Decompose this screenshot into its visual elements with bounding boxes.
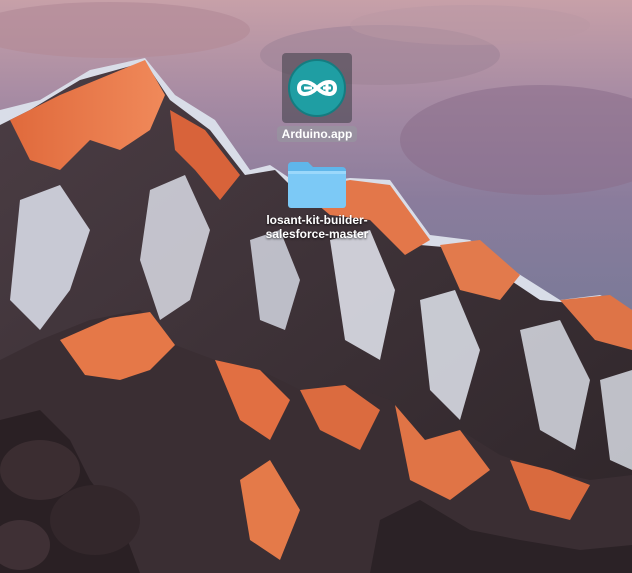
- arduino-app-label: Arduino.app: [276, 126, 358, 142]
- arduino-app-icon-tile[interactable]: [282, 53, 352, 123]
- arduino-app-icon: [288, 59, 346, 117]
- folder-label: losant-kit-builder-salesforce-master: [265, 213, 369, 241]
- arduino-app-desktop-icon[interactable]: Arduino.app: [272, 53, 362, 142]
- folder-icon: [288, 162, 346, 208]
- desktop[interactable]: Arduino.app losant-kit-builder-salesforc…: [0, 0, 632, 573]
- folder-desktop-icon[interactable]: losant-kit-builder-salesforce-master: [246, 160, 388, 241]
